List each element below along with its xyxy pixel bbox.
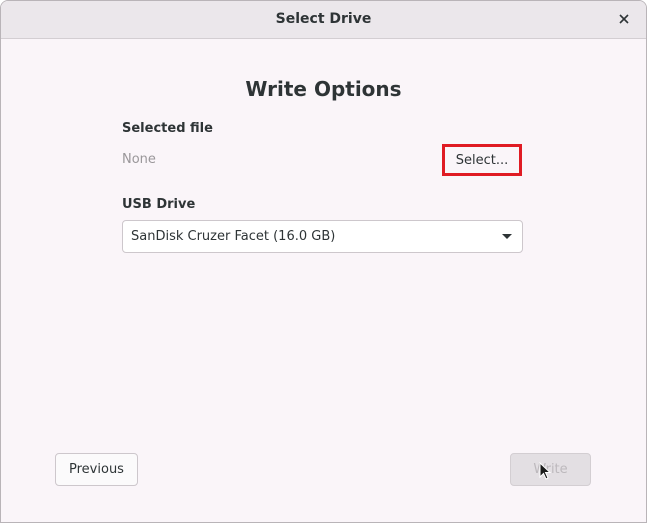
selected-file-value: None [122,152,156,167]
usb-drive-dropdown[interactable]: SanDisk Cruzer Facet (16.0 GB) [122,220,523,253]
previous-button[interactable]: Previous [55,453,138,486]
close-icon [619,14,629,24]
usb-drive-label: USB Drive [122,197,196,212]
dialog-window: Select Drive Write Options Selected file… [0,0,647,523]
select-file-button[interactable]: Select... [442,144,522,176]
page-heading: Write Options [245,77,402,101]
title-bar[interactable]: Select Drive [1,1,646,39]
mouse-pointer-icon [539,462,551,480]
window-title: Select Drive [275,11,372,27]
chevron-down-icon [502,234,512,239]
usb-drive-selected-value: SanDisk Cruzer Facet (16.0 GB) [131,229,336,244]
close-button[interactable] [616,11,632,27]
selected-file-label: Selected file [122,121,213,136]
